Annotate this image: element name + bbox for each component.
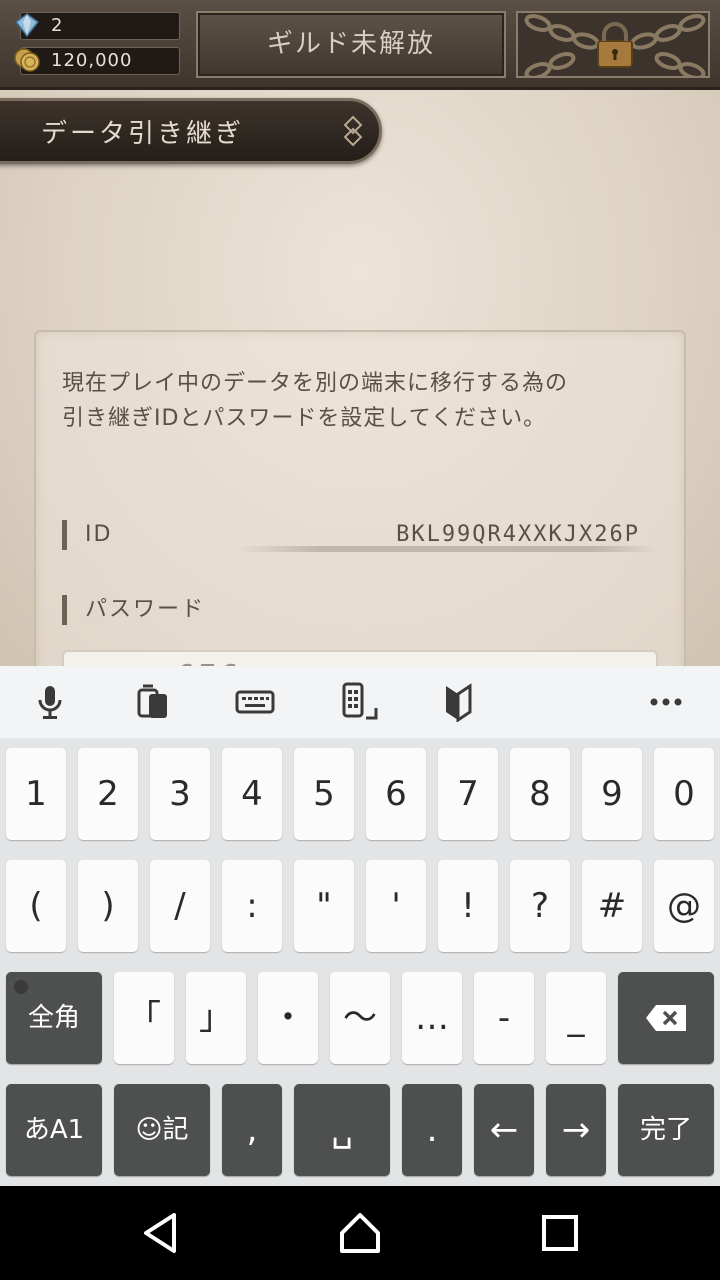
- key-question[interactable]: ?: [510, 860, 570, 952]
- key-input-mode-label: あA1: [23, 1115, 85, 1145]
- key-emoji-symbols-label: ☺記: [135, 1115, 189, 1145]
- key-close-bracket[interactable]: 」: [186, 972, 246, 1064]
- key-ellipsis[interactable]: …: [402, 972, 462, 1064]
- key-single-quote[interactable]: ': [366, 860, 426, 952]
- microphone-icon[interactable]: [30, 682, 70, 722]
- game-screen: 2 120,000 ギルド未解放 データ引き継ぎ 現在プレイ中のデータを別の端末…: [0, 0, 720, 680]
- key-underscore[interactable]: _: [546, 972, 606, 1064]
- locked-menu-button[interactable]: [516, 11, 710, 78]
- key-8[interactable]: 8: [510, 748, 570, 840]
- key-cursor-right[interactable]: →: [546, 1084, 606, 1176]
- key-cursor-left[interactable]: ←: [474, 1084, 534, 1176]
- key-1[interactable]: 1: [6, 748, 66, 840]
- backspace-icon: [646, 1005, 686, 1031]
- more-options-icon[interactable]: [646, 682, 686, 722]
- description-line-2: 引き継ぎIDとパスワードを設定してください。: [62, 406, 547, 431]
- key-5[interactable]: 5: [294, 748, 354, 840]
- top-bar: 2 120,000 ギルド未解放: [0, 0, 720, 90]
- key-colon[interactable]: :: [222, 860, 282, 952]
- soft-keyboard: 1 2 3 4 5 6 7 8 9 0 ( ) / : " ' ! ? # @ …: [0, 666, 720, 1186]
- key-4[interactable]: 4: [222, 748, 282, 840]
- key-6[interactable]: 6: [366, 748, 426, 840]
- key-emoji-symbols[interactable]: ☺記: [114, 1084, 210, 1176]
- keyboard-toolbar: [0, 666, 720, 738]
- key-middle-dot[interactable]: ・: [258, 972, 318, 1064]
- beginner-mark-icon[interactable]: [438, 682, 478, 722]
- coin-icon: [14, 48, 40, 72]
- key-open-bracket[interactable]: 「: [114, 972, 174, 1064]
- key-done[interactable]: 完了: [618, 1084, 714, 1176]
- coin-count: 120,000: [51, 50, 133, 71]
- description-text: 現在プレイ中のデータを別の端末に移行する為の 引き継ぎIDとパスワードを設定して…: [62, 366, 662, 436]
- key-backspace[interactable]: [618, 972, 714, 1064]
- key-9[interactable]: 9: [582, 748, 642, 840]
- key-fullwidth-label: 全角: [27, 1003, 80, 1033]
- key-right-paren[interactable]: ): [78, 860, 138, 952]
- key-hyphen[interactable]: -: [474, 972, 534, 1064]
- key-3[interactable]: 3: [150, 748, 210, 840]
- key-period[interactable]: .: [402, 1084, 462, 1176]
- home-icon[interactable]: [336, 1209, 384, 1257]
- key-7[interactable]: 7: [438, 748, 498, 840]
- recents-icon[interactable]: [536, 1209, 584, 1257]
- key-tilde[interactable]: 〜: [330, 972, 390, 1064]
- key-input-mode[interactable]: あA1: [6, 1084, 102, 1176]
- one-handed-icon[interactable]: [340, 682, 380, 722]
- key-slash[interactable]: /: [150, 860, 210, 952]
- key-left-paren[interactable]: (: [6, 860, 66, 952]
- key-fullwidth[interactable]: 全角: [6, 972, 102, 1064]
- password-label: パスワード: [62, 595, 205, 625]
- coin-counter: 120,000: [14, 47, 180, 75]
- gem-count: 2: [51, 15, 64, 36]
- clipboard-icon[interactable]: [133, 682, 173, 722]
- key-comma[interactable]: ,: [222, 1084, 282, 1176]
- page-title: データ引き継ぎ: [41, 119, 245, 149]
- key-at[interactable]: @: [654, 860, 714, 952]
- dot-indicator: [14, 980, 28, 994]
- key-exclamation[interactable]: !: [438, 860, 498, 952]
- key-space[interactable]: ␣: [294, 1084, 390, 1176]
- guild-button[interactable]: ギルド未解放: [196, 11, 506, 78]
- gem-icon: [14, 13, 40, 38]
- id-underline: [236, 546, 656, 552]
- gem-counter: 2: [14, 12, 180, 40]
- navigation-bar: [0, 1186, 720, 1280]
- back-icon[interactable]: [136, 1209, 184, 1257]
- ornament-icon: [343, 115, 363, 147]
- key-hash[interactable]: #: [582, 860, 642, 952]
- key-0[interactable]: 0: [654, 748, 714, 840]
- chain-lock-icon: [524, 14, 706, 76]
- page-title-banner: データ引き継ぎ: [0, 98, 382, 164]
- data-transfer-panel: 現在プレイ中のデータを別の端末に移行する為の 引き継ぎIDとパスワードを設定して…: [34, 330, 686, 680]
- id-label: ID: [62, 520, 112, 550]
- key-double-quote[interactable]: ": [294, 860, 354, 952]
- key-2[interactable]: 2: [78, 748, 138, 840]
- description-line-1: 現在プレイ中のデータを別の端末に移行する為の: [62, 371, 569, 396]
- keyboard-icon[interactable]: [235, 682, 275, 722]
